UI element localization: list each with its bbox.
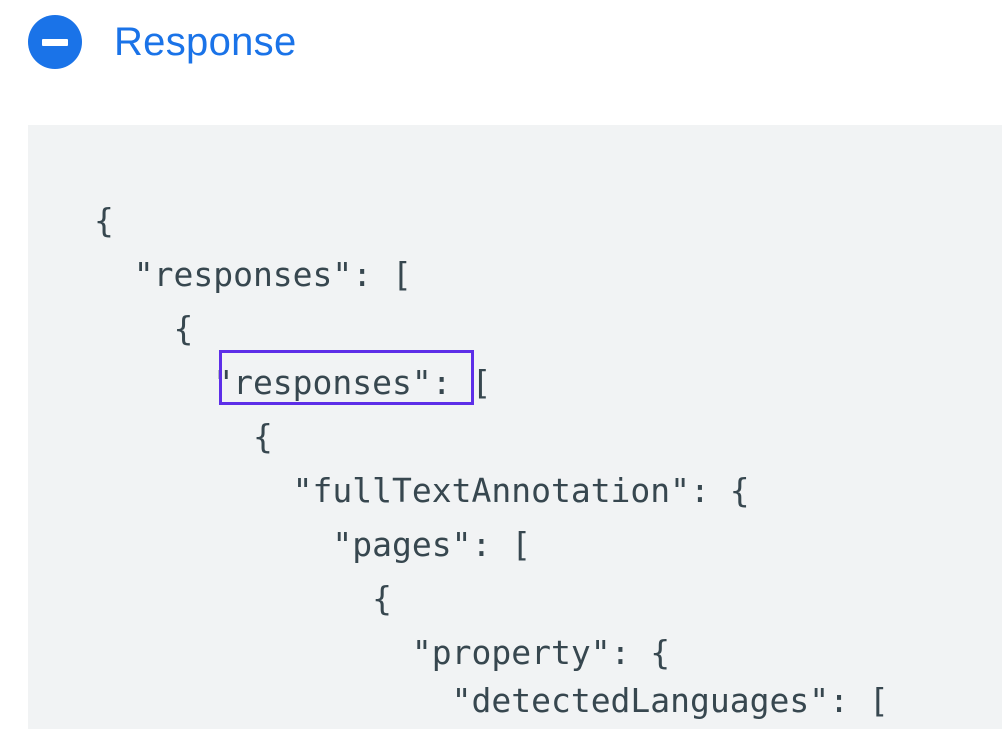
code-line: "pages": [	[94, 525, 532, 564]
response-section-header[interactable]: Response	[28, 14, 297, 70]
code-line: {	[94, 417, 273, 456]
code-line: {	[94, 309, 194, 348]
minus-circle-icon[interactable]	[28, 15, 82, 69]
code-line: "property": {	[94, 633, 671, 672]
section-title: Response	[114, 20, 297, 64]
code-line: "detectedLanguages": [	[94, 681, 889, 720]
code-line: {	[94, 579, 393, 618]
json-code-block: { "responses": [ { "responses": [ { "ful…	[28, 125, 1002, 729]
response-panel: Response { "responses": [ { "responses":…	[0, 0, 1002, 729]
code-line: {	[94, 201, 114, 240]
responses-key-highlight	[219, 350, 474, 405]
code-line: "fullTextAnnotation": {	[94, 471, 750, 510]
minus-bar	[42, 38, 68, 46]
code-line: "responses": [	[94, 255, 412, 294]
